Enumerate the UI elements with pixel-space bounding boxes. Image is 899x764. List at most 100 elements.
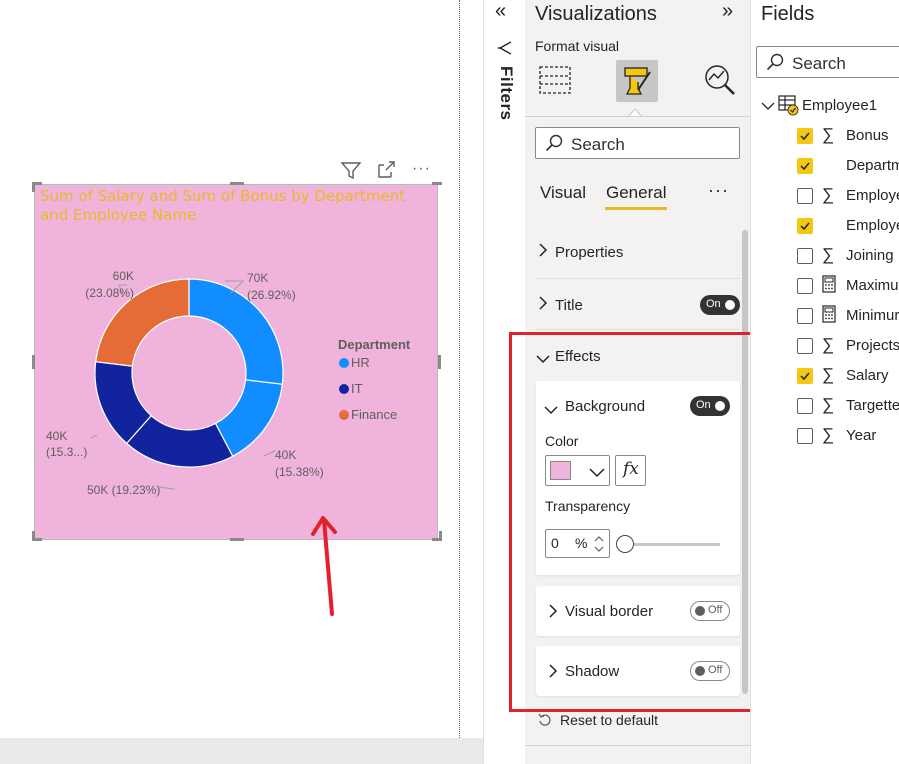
data-label: 40K — [275, 448, 296, 462]
legend-item[interactable]: IT — [351, 381, 363, 396]
field-checkbox[interactable] — [797, 428, 813, 444]
title-label: Title — [555, 297, 583, 314]
field-name: Projects — [846, 337, 899, 354]
filter-icon[interactable] — [340, 160, 362, 180]
field-checkbox[interactable] — [797, 278, 813, 294]
canvas-footer-bar — [0, 738, 483, 764]
fields-title: Fields — [761, 3, 815, 25]
field-item[interactable]: ∑ Year — [797, 424, 899, 448]
chevron-right-icon — [538, 243, 548, 261]
resize-handle[interactable] — [32, 538, 42, 541]
data-label: (26.92%) — [247, 288, 296, 302]
analytics-icon[interactable] — [702, 62, 738, 98]
more-options-icon[interactable]: ··· — [708, 180, 729, 201]
data-label: 60K — [113, 269, 134, 283]
legend-title: Department — [338, 337, 411, 352]
data-label: (15.3...) — [46, 445, 87, 459]
field-name: Salary — [846, 367, 889, 384]
pane-divider — [525, 116, 750, 117]
chevron-right-icon — [538, 296, 548, 314]
data-label: (15.38%) — [275, 465, 324, 479]
properties-label: Properties — [555, 244, 624, 261]
reset-label: Reset to default — [560, 712, 659, 728]
field-name: Maximu — [846, 277, 899, 294]
legend-marker — [339, 358, 349, 368]
build-visual-icon[interactable] — [538, 62, 572, 98]
tab-general[interactable]: General — [606, 183, 666, 203]
table-employee1[interactable]: Employee1 — [760, 94, 899, 116]
field-name: Targette — [846, 397, 899, 414]
chevron-down-icon — [761, 98, 775, 116]
data-label: (23.08%) — [85, 286, 134, 300]
field-name: Employe — [846, 187, 899, 204]
field-item[interactable]: Departm — [797, 154, 899, 178]
field-checkbox[interactable] — [797, 368, 813, 384]
sigma-icon: ∑ — [822, 395, 835, 414]
properties-section[interactable]: Properties — [535, 229, 740, 279]
legend-item[interactable]: Finance — [351, 407, 397, 422]
legend-item[interactable]: HR — [351, 355, 370, 370]
reset-to-default-button[interactable]: Reset to default — [538, 711, 688, 733]
resize-handle[interactable] — [432, 182, 442, 185]
resize-handle[interactable] — [32, 182, 35, 192]
field-item[interactable]: Maximu — [797, 274, 899, 298]
table-name: Employee1 — [802, 97, 878, 114]
field-item[interactable]: ∑ Bonus — [797, 124, 899, 148]
format-search-placeholder: Search — [571, 135, 625, 154]
field-checkbox[interactable] — [797, 128, 813, 144]
field-item[interactable]: ∑ Salary — [797, 364, 899, 388]
field-checkbox[interactable] — [797, 218, 813, 234]
title-section[interactable]: Title On — [535, 280, 740, 330]
search-icon — [766, 53, 784, 76]
field-checkbox[interactable] — [797, 308, 813, 324]
annotation-arrow — [311, 516, 337, 616]
sigma-icon: ∑ — [822, 335, 835, 354]
field-checkbox[interactable] — [797, 398, 813, 414]
resize-handle[interactable] — [32, 355, 35, 369]
annotation-highlight-box — [509, 332, 780, 712]
filters-pane-label[interactable]: Filters — [496, 66, 516, 121]
field-item[interactable]: ∑ Targette — [797, 394, 899, 418]
pane-divider — [525, 745, 750, 746]
sigma-icon: ∑ — [822, 245, 835, 264]
collapse-panes-icon[interactable]: « — [495, 0, 506, 23]
sigma-icon: ∑ — [822, 365, 835, 384]
visualizations-title: Visualizations — [535, 3, 657, 25]
leader-line — [263, 450, 276, 457]
resize-handle[interactable] — [439, 531, 442, 541]
search-icon — [545, 134, 563, 157]
title-toggle[interactable]: On — [700, 295, 740, 315]
field-checkbox[interactable] — [797, 158, 813, 174]
field-item[interactable]: ∑ Projects — [797, 334, 899, 358]
field-item[interactable]: Minimur — [797, 304, 899, 328]
sigma-icon: ∑ — [822, 425, 835, 444]
expand-pane-icon[interactable]: » — [722, 0, 733, 23]
field-name: Year — [846, 427, 877, 444]
field-item[interactable]: ∑ Joining I — [797, 244, 899, 268]
calculator-icon — [822, 305, 836, 328]
visual-header: ··· — [338, 160, 438, 182]
field-item[interactable]: ∑ Employe — [797, 184, 899, 208]
format-visual-icon[interactable] — [616, 60, 658, 102]
field-checkbox[interactable] — [797, 338, 813, 354]
more-options-icon[interactable]: ··· — [412, 160, 434, 180]
legend-marker — [339, 410, 349, 420]
resize-handle[interactable] — [230, 182, 244, 185]
donut-chart-visual[interactable]: Sum of Salary and Sum of Bonus by Depart… — [32, 182, 442, 541]
field-checkbox[interactable] — [797, 188, 813, 204]
field-item[interactable]: Employe — [797, 214, 899, 238]
leader-line — [90, 434, 98, 439]
tab-visual[interactable]: Visual — [540, 183, 586, 203]
active-tab-indicator — [605, 207, 667, 210]
calculator-icon — [822, 275, 836, 298]
resize-handle[interactable] — [230, 538, 244, 541]
field-checkbox[interactable] — [797, 248, 813, 264]
resize-handle[interactable] — [438, 355, 441, 369]
focus-mode-icon[interactable] — [376, 160, 398, 180]
field-name: Joining I — [846, 247, 899, 264]
format-search-input[interactable] — [535, 127, 740, 159]
format-visual-label: Format visual — [535, 38, 620, 54]
field-name: Minimur — [846, 307, 899, 324]
data-label: 70K — [247, 271, 268, 285]
fields-search-placeholder: Search — [792, 54, 846, 73]
